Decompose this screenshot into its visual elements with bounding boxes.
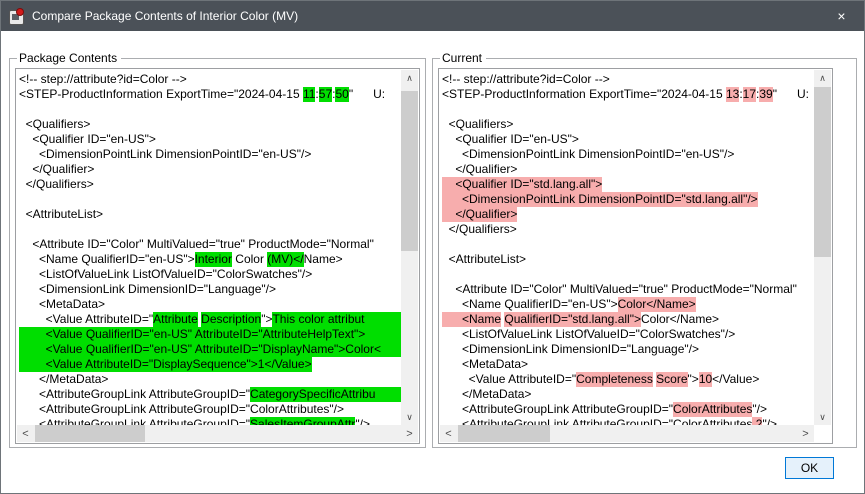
code-line: <DimensionLink DimensionID="Language"/> bbox=[19, 282, 401, 297]
vscroll-thumb[interactable] bbox=[814, 87, 831, 257]
code-line bbox=[442, 102, 814, 117]
code-line: <Value QualifierID="en-US" AttributeID="… bbox=[19, 342, 401, 357]
scroll-down-icon[interactable]: ∨ bbox=[814, 409, 831, 425]
package-contents-hscrollbar[interactable]: < > bbox=[17, 425, 418, 442]
code-line: <Value AttributeID="Attribute Descriptio… bbox=[19, 312, 401, 327]
code-line: <DimensionPointLink DimensionPointID="en… bbox=[19, 147, 401, 162]
code-line: <ListOfValueLink ListOfValueID="ColorSwa… bbox=[19, 267, 401, 282]
code-line: <Value QualifierID="en-US" AttributeID="… bbox=[19, 327, 401, 342]
package-contents-vscrollbar[interactable]: ∧ ∨ bbox=[401, 70, 418, 425]
scroll-down-icon[interactable]: ∨ bbox=[401, 409, 418, 425]
hscroll-thumb[interactable] bbox=[458, 425, 550, 442]
code-line: <DimensionLink DimensionID="Language"/> bbox=[442, 342, 814, 357]
code-line: <Name QualifierID="std.lang.all">Color</… bbox=[442, 312, 814, 327]
code-line bbox=[19, 192, 401, 207]
scroll-up-icon[interactable]: ∧ bbox=[814, 70, 831, 86]
code-line: </MetaData> bbox=[19, 372, 401, 387]
code-line: <Value AttributeID="Completeness Score">… bbox=[442, 372, 814, 387]
dialog-window: Compare Package Contents of Interior Col… bbox=[0, 0, 865, 494]
code-line: <Attribute ID="Color" MultiValued="true"… bbox=[442, 282, 814, 297]
dialog-body: Package Contents <!-- step://attribute?i… bbox=[1, 31, 864, 493]
code-line: </Qualifier> bbox=[19, 162, 401, 177]
package-contents-code[interactable]: <!-- step://attribute?id=Color --><STEP-… bbox=[17, 70, 401, 425]
code-line: </Qualifier> bbox=[442, 162, 814, 177]
current-group: Current <!-- step://attribute?id=Color -… bbox=[432, 58, 857, 448]
code-line bbox=[19, 222, 401, 237]
vscroll-thumb[interactable] bbox=[401, 91, 418, 251]
ok-button[interactable]: OK bbox=[785, 457, 834, 479]
code-line: <ListOfValueLink ListOfValueID="ColorSwa… bbox=[442, 327, 814, 342]
current-code[interactable]: <!-- step://attribute?id=Color --><STEP-… bbox=[440, 70, 814, 425]
code-line bbox=[19, 102, 401, 117]
current-hscrollbar[interactable]: < > bbox=[440, 425, 814, 442]
code-line: <AttributeList> bbox=[442, 252, 814, 267]
close-button[interactable]: × bbox=[819, 1, 864, 30]
current-label: Current bbox=[440, 51, 486, 65]
package-contents-label: Package Contents bbox=[17, 51, 121, 65]
code-line: <Name QualifierID="en-US">Interior Color… bbox=[19, 252, 401, 267]
code-line: <AttributeGroupLink AttributeGroupID="Co… bbox=[19, 402, 401, 417]
hscroll-thumb[interactable] bbox=[35, 425, 145, 442]
code-line: <Qualifiers> bbox=[442, 117, 814, 132]
code-line: </Qualifiers> bbox=[442, 222, 814, 237]
code-line: <Qualifier ID="en-US"> bbox=[19, 132, 401, 147]
window-title: Compare Package Contents of Interior Col… bbox=[32, 1, 298, 31]
code-line bbox=[442, 237, 814, 252]
code-line: <Value AttributeID="DisplaySequence">1</… bbox=[19, 357, 401, 372]
scroll-right-icon[interactable]: > bbox=[401, 425, 418, 442]
code-line: </Qualifiers> bbox=[19, 177, 401, 192]
code-line: <DimensionPointLink DimensionPointID="en… bbox=[442, 147, 814, 162]
code-line: <DimensionPointLink DimensionPointID="st… bbox=[442, 192, 814, 207]
code-line: <AttributeGroupLink AttributeGroupID="Sa… bbox=[19, 417, 401, 425]
code-line: </Qualifier> bbox=[442, 207, 814, 222]
code-line: <AttributeGroupLink AttributeGroupID="Ca… bbox=[19, 387, 401, 402]
code-line: <Qualifiers> bbox=[19, 117, 401, 132]
code-line: <!-- step://attribute?id=Color --> bbox=[19, 72, 401, 87]
code-line: <Qualifier ID="std.lang.all"> bbox=[442, 177, 814, 192]
current-textarea[interactable]: <!-- step://attribute?id=Color --><STEP-… bbox=[438, 68, 833, 444]
package-contents-textarea[interactable]: <!-- step://attribute?id=Color --><STEP-… bbox=[15, 68, 420, 444]
close-icon: × bbox=[837, 8, 845, 24]
app-icon-red-dot bbox=[16, 8, 24, 16]
code-line: <STEP-ProductInformation ExportTime="202… bbox=[19, 87, 401, 102]
scroll-up-icon[interactable]: ∧ bbox=[401, 70, 418, 86]
scroll-left-icon[interactable]: < bbox=[440, 425, 457, 442]
titlebar: Compare Package Contents of Interior Col… bbox=[1, 1, 864, 31]
code-line: <Qualifier ID="en-US"> bbox=[442, 132, 814, 147]
current-vscrollbar[interactable]: ∧ ∨ bbox=[814, 70, 831, 425]
code-line: <STEP-ProductInformation ExportTime="202… bbox=[442, 87, 814, 102]
code-line: <AttributeGroupLink AttributeGroupID="Co… bbox=[442, 417, 814, 425]
code-line: <MetaData> bbox=[442, 357, 814, 372]
code-line: <AttributeList> bbox=[19, 207, 401, 222]
code-line: <!-- step://attribute?id=Color --> bbox=[442, 72, 814, 87]
code-line bbox=[442, 267, 814, 282]
scroll-left-icon[interactable]: < bbox=[17, 425, 34, 442]
scroll-right-icon[interactable]: > bbox=[797, 425, 814, 442]
package-contents-group: Package Contents <!-- step://attribute?i… bbox=[9, 58, 426, 448]
code-line: <AttributeGroupLink AttributeGroupID="Co… bbox=[442, 402, 814, 417]
app-icon bbox=[9, 8, 26, 24]
code-line: <Name QualifierID="en-US">Color</Name> bbox=[442, 297, 814, 312]
code-line: <MetaData> bbox=[19, 297, 401, 312]
code-line: </MetaData> bbox=[442, 387, 814, 402]
code-line: <Attribute ID="Color" MultiValued="true"… bbox=[19, 237, 401, 252]
